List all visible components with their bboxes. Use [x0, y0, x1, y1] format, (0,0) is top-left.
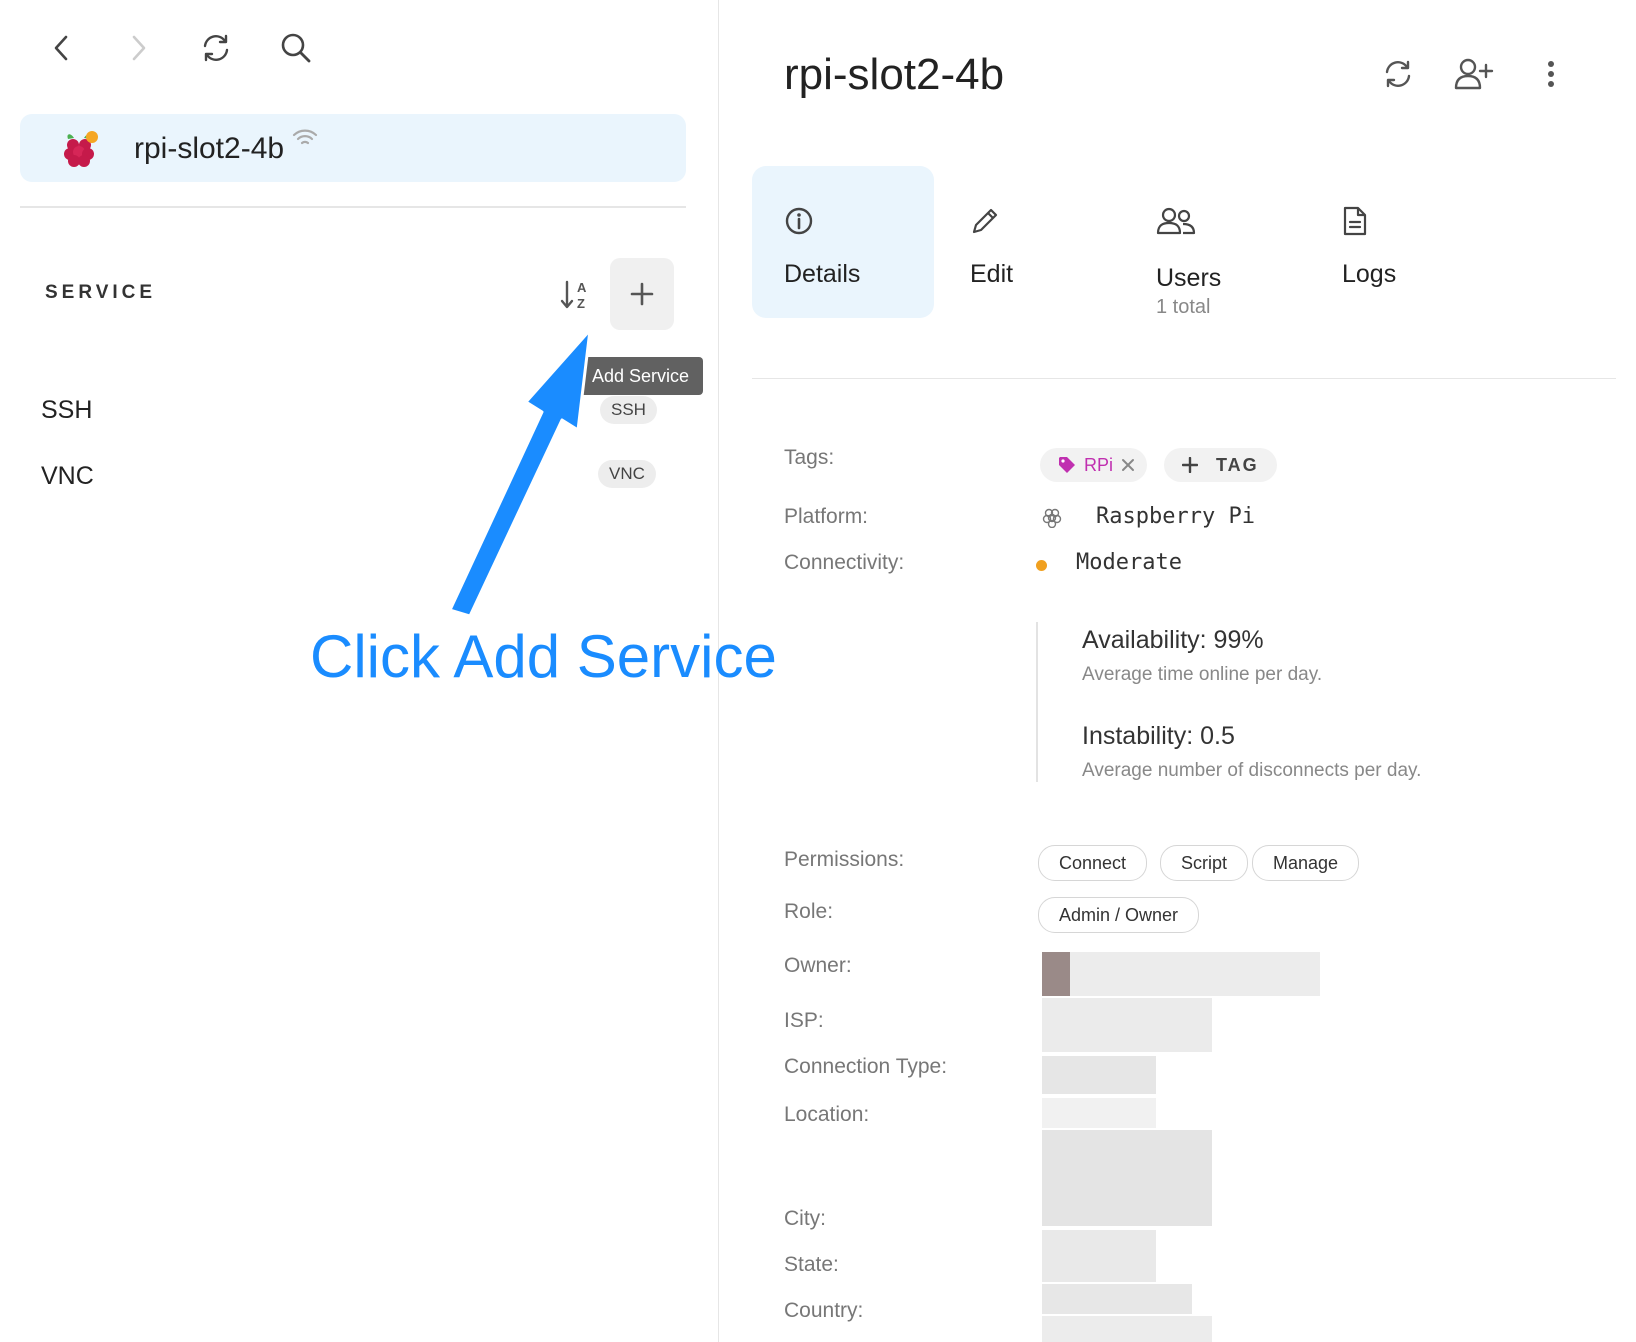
connectivity-label: Connectivity: [784, 551, 905, 574]
refresh-button[interactable] [196, 28, 236, 68]
tab-users-count: 1 total [1156, 296, 1211, 318]
forward-button[interactable] [118, 28, 158, 68]
redacted-location [1042, 1098, 1156, 1128]
stats-divider [1036, 622, 1038, 782]
chevron-left-icon [54, 35, 68, 61]
isp-label: ISP: [784, 1009, 824, 1032]
add-tag-label: TAG [1216, 455, 1259, 475]
add-user-icon [1454, 58, 1494, 90]
svg-text:A: A [577, 280, 587, 295]
close-icon[interactable] [1121, 458, 1135, 472]
search-button[interactable] [276, 28, 316, 68]
search-icon [281, 33, 311, 63]
redacted-values [1030, 952, 1330, 1342]
city-label: City: [784, 1207, 826, 1230]
permissions-label: Permissions: [784, 848, 905, 871]
tab-label: Logs [1342, 260, 1397, 288]
pencil-icon [972, 208, 998, 234]
section-title: SERVICE [45, 282, 157, 303]
share-button[interactable] [1452, 52, 1496, 96]
users-icon [1156, 207, 1196, 235]
back-button[interactable] [42, 28, 82, 68]
redacted-owner [1070, 952, 1320, 996]
document-icon [1343, 206, 1367, 236]
country-label: Country: [784, 1299, 864, 1322]
more-button[interactable] [1536, 54, 1566, 94]
permission-chip-script: Script [1160, 845, 1249, 881]
refresh-icon [1385, 60, 1411, 88]
availability-title: Availability: 99% [1082, 626, 1264, 654]
divider [20, 206, 686, 208]
connectivity-status-dot [1036, 560, 1047, 571]
tag-chip[interactable]: RPi [1040, 448, 1148, 482]
plus-icon [630, 282, 654, 306]
redacted-connection-type [1042, 1056, 1156, 1094]
redacted-location-detail [1042, 1130, 1212, 1226]
connection-type-label: Connection Type: [784, 1055, 948, 1078]
tag-icon [1059, 457, 1075, 473]
svg-text:Z: Z [577, 296, 585, 311]
role-chip: Admin / Owner [1038, 897, 1200, 933]
sort-button[interactable]: A Z [556, 276, 594, 314]
add-tag-button[interactable]: TAG [1164, 448, 1277, 482]
tag-label: RPi [1084, 455, 1114, 475]
sort-az-icon: A Z [560, 280, 587, 311]
redacted-city [1042, 1230, 1156, 1282]
location-label: Location: [784, 1103, 870, 1126]
annotation-arrow [448, 328, 592, 618]
refresh-icon [203, 34, 229, 62]
annotation-text: Click Add Service [310, 623, 777, 690]
tab-details[interactable]: Details [752, 166, 934, 318]
chevron-right-icon [132, 35, 146, 61]
plus-icon [1182, 457, 1198, 473]
service-item-ssh[interactable]: SSH [41, 396, 92, 425]
tab-logs[interactable]: Logs [1310, 166, 1492, 318]
page-title: rpi-slot2-4b [784, 50, 1005, 99]
platform-label: Platform: [784, 505, 869, 528]
service-item-vnc[interactable]: VNC [41, 462, 94, 491]
tab-label: Edit [970, 260, 1014, 288]
raspberry-pi-icon [1042, 508, 1062, 528]
owner-label: Owner: [784, 954, 852, 977]
state-label: State: [784, 1253, 839, 1276]
tags-label: Tags: [784, 446, 835, 469]
tab-label: Users [1156, 264, 1222, 292]
refresh-device-button[interactable] [1378, 54, 1418, 94]
info-icon [785, 207, 813, 235]
instability-description: Average number of disconnects per day. [1082, 760, 1422, 781]
redacted-isp [1042, 998, 1212, 1052]
tab-users[interactable]: Users 1 total [1124, 166, 1306, 318]
wifi-icon [292, 129, 318, 145]
platform-value: Raspberry Pi [1096, 504, 1255, 529]
device-card[interactable]: rpi-slot2-4b [20, 114, 686, 182]
raspberry-pi-icon [64, 131, 98, 167]
instability-title: Instability: 0.5 [1082, 722, 1235, 750]
permission-chip-manage: Manage [1252, 845, 1360, 881]
connectivity-value: Moderate [1076, 550, 1182, 575]
redacted-avatar [1042, 952, 1070, 996]
role-label: Role: [784, 900, 834, 923]
divider [752, 378, 1616, 379]
more-vertical-icon [1548, 61, 1554, 87]
tab-label: Details [784, 260, 861, 288]
availability-description: Average time online per day. [1082, 664, 1323, 685]
permission-chip-connect: Connect [1038, 845, 1148, 881]
device-name: rpi-slot2-4b [134, 132, 285, 165]
redacted-state [1042, 1284, 1192, 1314]
redacted-country [1042, 1316, 1212, 1342]
add-service-button[interactable] [610, 258, 674, 330]
tab-edit[interactable]: Edit [938, 166, 1120, 318]
